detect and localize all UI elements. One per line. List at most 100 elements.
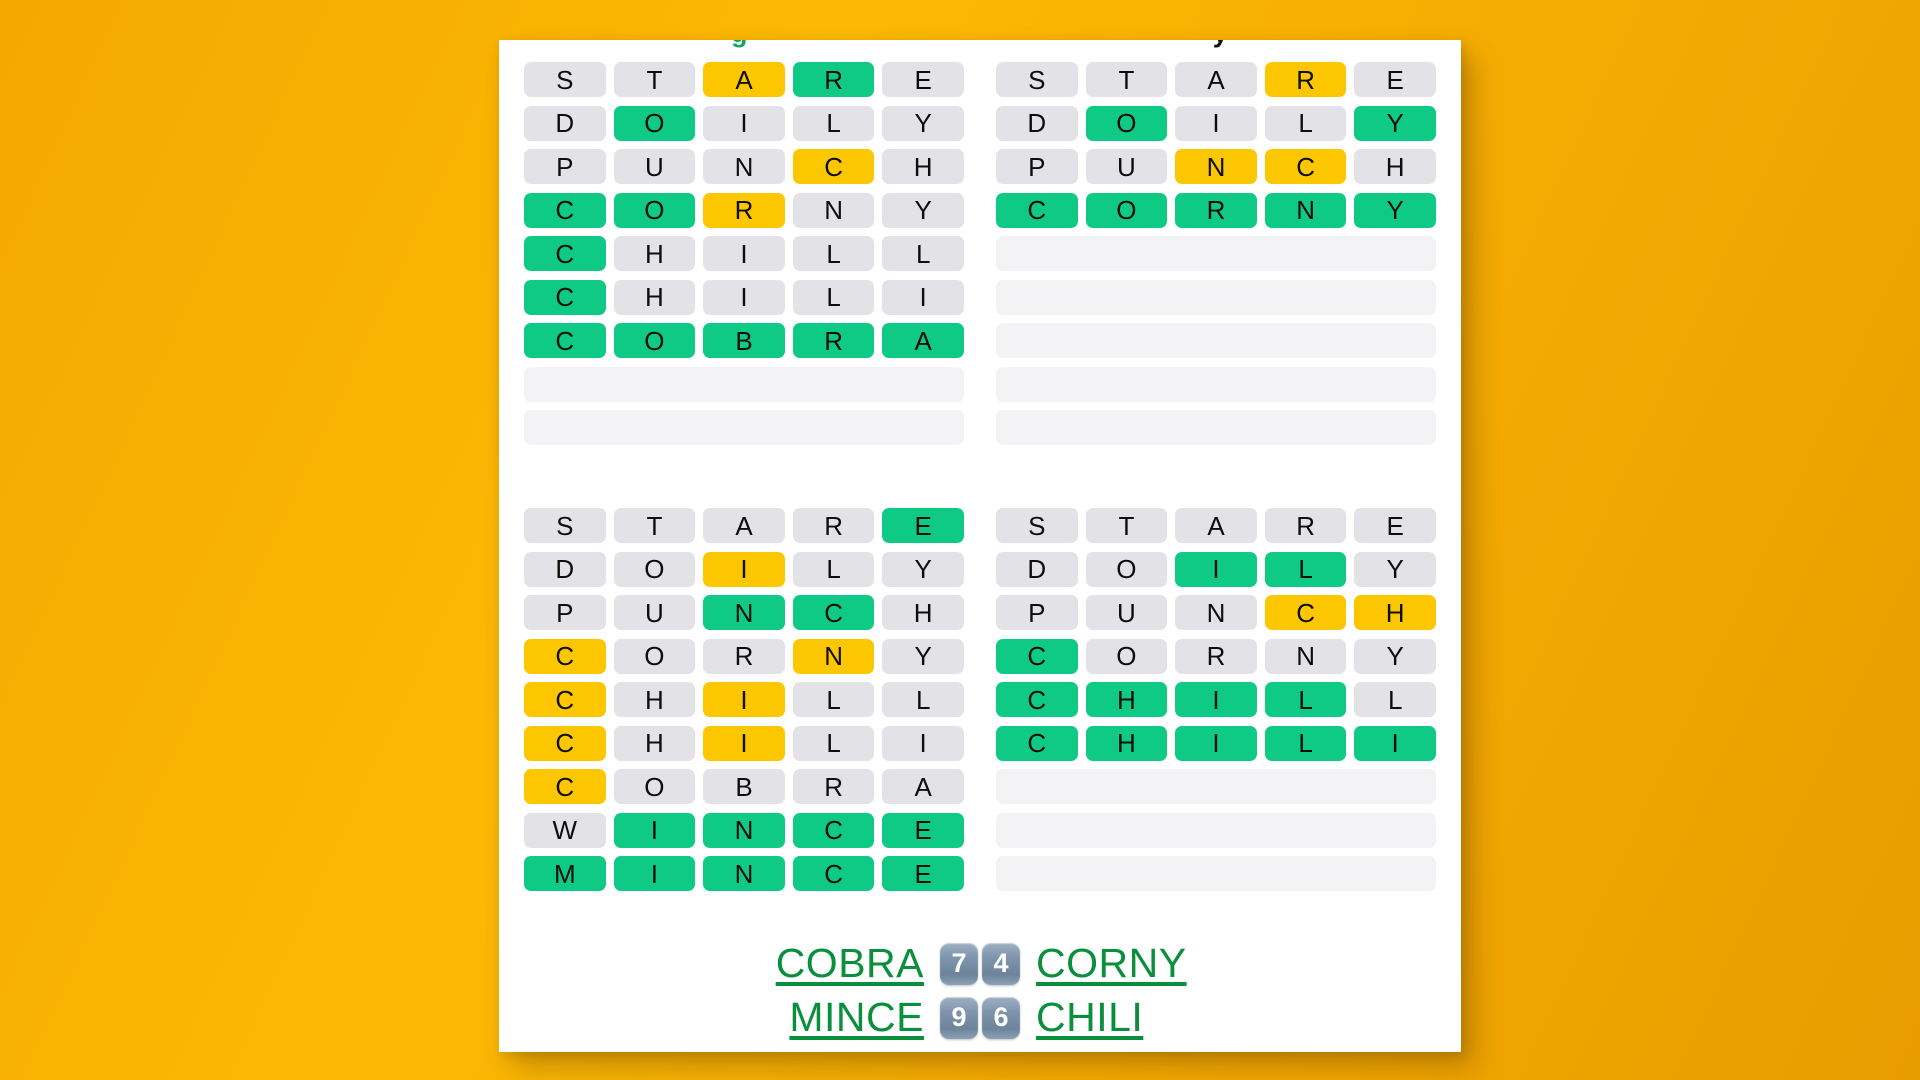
guess-row: DOILY <box>996 551 1436 587</box>
letter-tile-empty <box>996 410 1084 445</box>
letter-tile-absent: H <box>613 725 696 761</box>
letter-tile-correct: C <box>996 725 1078 761</box>
letter-tile-absent: A <box>1175 508 1257 543</box>
grid-top-right: STAREDOILYPUNCHCORNY <box>996 62 1436 445</box>
letter-tile-empty <box>996 856 1084 891</box>
top-quadrant-row: STAREDOILYPUNCHCORNYCHILLCHILICOBRA STAR… <box>499 62 1461 445</box>
guess-row: STARE <box>996 62 1436 97</box>
letter-tile-present: C <box>792 149 875 184</box>
guess-row: COBRA <box>524 769 964 804</box>
guess-count-badge-left-1: 7 <box>940 942 978 985</box>
answer-word-chili[interactable]: CHILI <box>1036 994 1214 1041</box>
letter-tile-empty <box>788 367 876 402</box>
letter-tile-empty <box>996 236 1084 271</box>
letter-tile-absent: T <box>613 62 696 97</box>
letter-tile-correct: C <box>996 192 1078 228</box>
letter-tile-present: C <box>1264 149 1347 184</box>
letter-tile-empty <box>1260 856 1348 891</box>
letter-tile-empty <box>1260 323 1348 358</box>
letter-tile-present: I <box>703 725 785 761</box>
letter-tile-absent: L <box>792 105 875 141</box>
letter-tile-absent: A <box>1175 62 1257 97</box>
clipped-header-left: g <box>499 40 980 49</box>
letter-tile-present: C <box>524 725 606 761</box>
letter-tile-absent: E <box>1354 508 1436 543</box>
letter-tile-absent: U <box>1085 595 1168 630</box>
letter-tile-empty <box>612 410 700 445</box>
letter-tile-present: R <box>1264 62 1347 97</box>
letter-tile-correct: R <box>1175 192 1257 228</box>
letter-tile-present: R <box>703 192 785 228</box>
letter-tile-empty <box>1348 236 1436 271</box>
grid-top-left: STAREDOILYPUNCHCORNYCHILLCHILICOBRA <box>524 62 964 445</box>
guess-row-empty <box>996 236 1436 271</box>
letter-tile-correct: O <box>613 105 696 141</box>
answer-word-corny[interactable]: CORNY <box>1036 940 1214 987</box>
letter-tile-correct: H <box>1085 725 1168 761</box>
guess-row-empty <box>996 769 1436 804</box>
guess-row: PUNCH <box>524 595 964 630</box>
letter-tile-correct: Y <box>1354 192 1436 228</box>
letter-tile-absent: U <box>1085 149 1168 184</box>
letter-tile-absent: P <box>524 149 606 184</box>
letter-tile-empty <box>1260 367 1348 402</box>
letter-tile-absent: S <box>996 508 1078 543</box>
letter-tile-empty <box>996 280 1084 315</box>
letter-tile-empty <box>876 410 964 445</box>
letter-tile-correct: I <box>1175 725 1257 761</box>
letter-tile-absent: L <box>792 725 875 761</box>
answer-word-cobra[interactable]: COBRA <box>746 940 924 987</box>
answer-row-1: COBRA 7 4 CORNY <box>746 940 1214 987</box>
grid-bottom-right: STAREDOILYPUNCHCORNYCHILLCHILI <box>996 508 1436 891</box>
guess-row-empty <box>996 812 1436 848</box>
letter-tile-absent: Y <box>1354 638 1436 674</box>
letter-tile-empty <box>1260 236 1348 271</box>
letter-tile-correct: I <box>1175 551 1257 587</box>
letter-tile-absent: T <box>1085 62 1168 97</box>
guess-row: STARE <box>524 62 964 97</box>
letter-tile-absent: N <box>1264 638 1347 674</box>
letter-tile-correct: M <box>524 856 606 891</box>
letter-tile-empty <box>876 367 964 402</box>
letter-tile-absent: R <box>1175 638 1257 674</box>
letter-tile-present: C <box>524 638 606 674</box>
letter-tile-correct: B <box>703 323 785 358</box>
guess-row: CHILL <box>524 236 964 271</box>
letter-tile-empty <box>612 367 700 402</box>
letter-tile-empty <box>1172 856 1260 891</box>
letter-tile-correct: L <box>1264 551 1347 587</box>
guess-row: PUNCH <box>996 149 1436 184</box>
letter-tile-absent: L <box>882 682 964 717</box>
letter-tile-absent: T <box>1085 508 1168 543</box>
letter-tile-absent: O <box>613 638 696 674</box>
letter-tile-empty <box>524 410 612 445</box>
letter-tile-empty <box>1348 813 1436 848</box>
letter-tile-absent: N <box>792 192 875 228</box>
letter-tile-empty <box>788 410 876 445</box>
guess-row: PUNCH <box>524 149 964 184</box>
guess-count-badge-right-1: 4 <box>982 942 1020 985</box>
guess-row: STARE <box>996 508 1436 543</box>
letter-tile-correct: N <box>703 595 785 630</box>
letter-tile-absent: Y <box>882 638 964 674</box>
letter-tile-absent: N <box>703 149 785 184</box>
guess-count-badge-left-2: 9 <box>940 996 978 1039</box>
letter-tile-correct: C <box>524 192 606 228</box>
letter-tile-empty <box>1260 813 1348 848</box>
letter-tile-correct: L <box>1264 682 1347 717</box>
letter-tile-absent: U <box>613 595 696 630</box>
letter-tile-empty <box>996 769 1084 804</box>
guess-row-empty <box>524 410 964 445</box>
letter-tile-absent: R <box>1264 508 1347 543</box>
letter-tile-empty <box>1348 367 1436 402</box>
letter-tile-absent: H <box>882 149 964 184</box>
letter-tile-correct: N <box>703 856 785 891</box>
letter-tile-absent: O <box>1085 638 1168 674</box>
letter-tile-absent: S <box>996 62 1078 97</box>
answer-word-mince[interactable]: MINCE <box>746 994 924 1041</box>
guess-row: CHILI <box>524 279 964 315</box>
letter-tile-empty <box>1084 236 1172 271</box>
letter-tile-absent: U <box>613 149 696 184</box>
letter-tile-correct: C <box>524 236 606 271</box>
guess-row-empty <box>996 366 1436 402</box>
